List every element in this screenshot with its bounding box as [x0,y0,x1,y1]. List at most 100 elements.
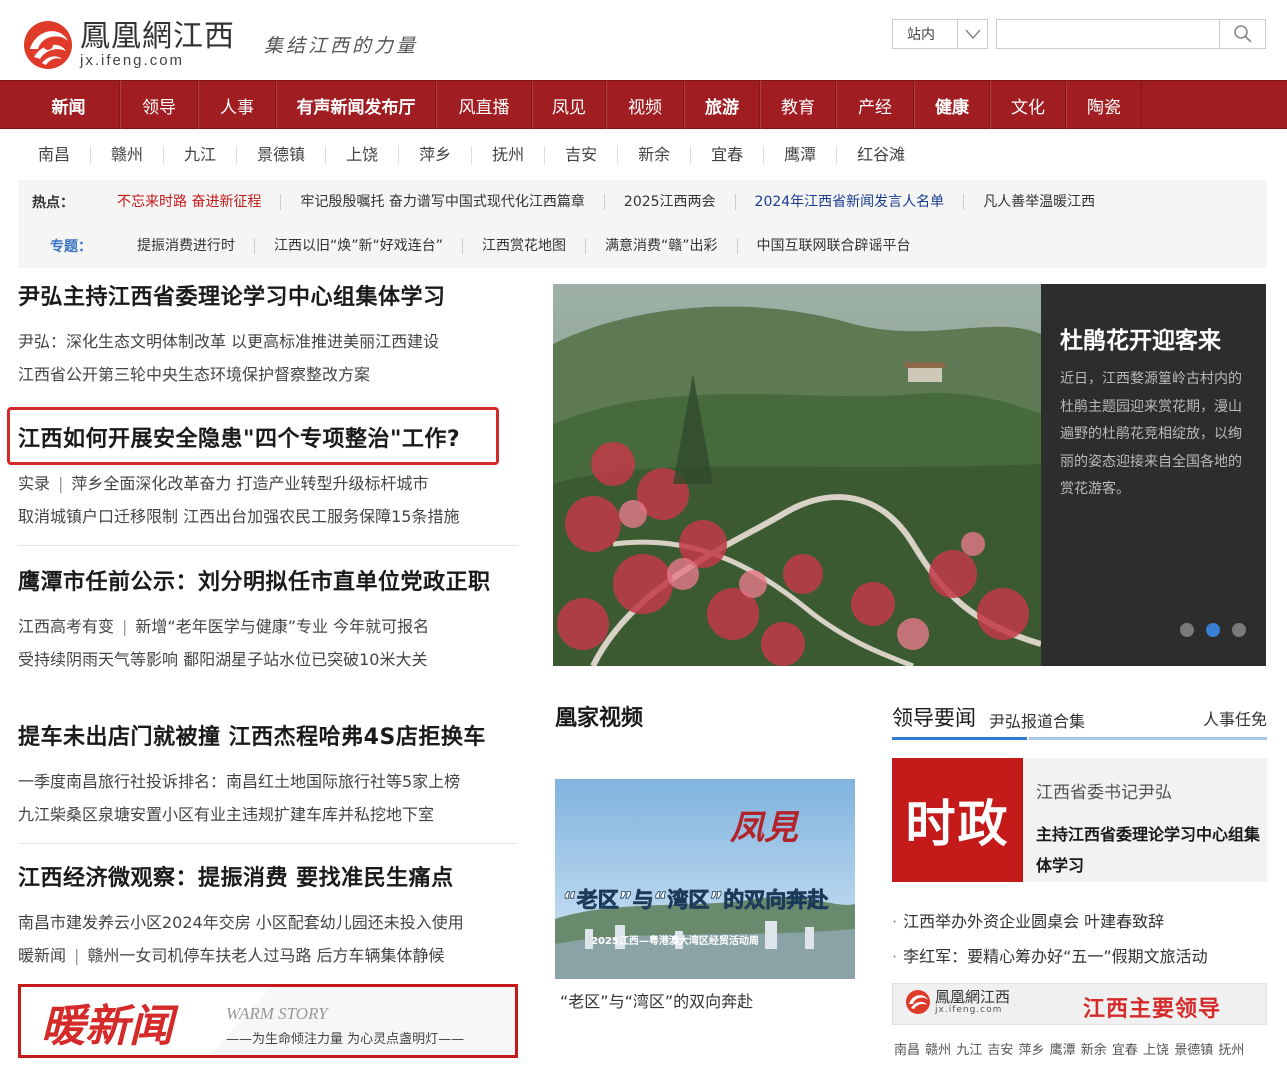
warm-story-graphic: 暖新闻 WARM STORY ——为生命倾注力量 为心灵点盏明灯—— [21,987,515,1055]
list-item[interactable]: · 江西举办外资企业圆桌会 叶建春致辞 [892,904,1272,939]
hot-link[interactable]: 牢记殷殷嘱托 奋力谱写中国式现代化江西篇章 [281,194,605,210]
nav-item-video[interactable]: 视频 [606,81,684,129]
slide-image[interactable] [553,284,1041,666]
photo-carousel[interactable]: 杜鹃花开迎客来 近日，江西婺源篁岭古村内的杜鹃主题园迎来赏花期，漫山遍野的杜鹃花… [553,284,1266,666]
sub-news-link[interactable]: 九江柴桑区泉塘安置小区有业主违规扩建车库并私挖地下室 [18,798,518,831]
headline-link[interactable]: 江西经济微观察：提振消费 要找准民生痛点 [18,866,454,891]
sub-news-line: 暖新闻 | 赣州一女司机停车扶老人过马路 后方车辆集体静候 [18,946,445,965]
nav-item-travel[interactable]: 旅游 [684,81,760,129]
sub-news-link[interactable]: 江西高考有变 [18,617,114,636]
tab-leader-news[interactable]: 领导要闻 [892,702,976,732]
banner-title: 江西主要领导 [1083,997,1222,1022]
video-brand-text: 凤見 [729,808,800,848]
city-link[interactable]: 鹰潭 [764,146,838,164]
city-link[interactable]: 抚州 [472,146,546,164]
warm-story-en: WARM STORY [226,1004,329,1023]
divider [18,843,518,844]
city-nav: 南昌 赣州 九江 景德镇 上饶 萍乡 抚州 吉安 新余 宜春 鹰潭 红谷滩 [18,140,925,170]
city-link[interactable]: 赣州 [91,146,165,164]
video-overlay-title: “老区”与“湾区”的双向奔赴 [563,888,829,912]
topic-link[interactable]: 江西赏花地图 [463,238,587,254]
nav-item-ceramics[interactable]: 陶瓷 [1066,81,1142,129]
nav-item-personnel[interactable]: 人事 [198,81,276,129]
main-nav: 新闻 领导 人事 有声新闻发布厅 风直播 凤见 视频 旅游 教育 产经 健康 文… [0,80,1287,129]
nav-item-industry[interactable]: 产经 [836,81,914,129]
hot-link[interactable]: 凡人善举温暖江西 [964,194,1114,210]
nav-item-live[interactable]: 风直播 [436,81,532,129]
warm-story-title: 暖新闻 [41,1001,179,1052]
logo-chinese: 鳳凰網江西 [80,19,235,54]
city-link[interactable]: 萍乡 [399,146,473,164]
warm-story-tagline: ——为生命倾注力量 为心灵点盏明灯—— [226,1031,464,1047]
phoenix-logo-icon [906,990,930,1014]
city-links-line[interactable]: 南昌 赣州 九江 吉安 萍乡 鹰潭 新余 宜春 上饶 景德镇 抚州 [894,1039,1244,1058]
search-scope-select[interactable]: 站内 [892,19,988,49]
sub-news-link[interactable]: 赣州一女司机停车扶老人过马路 后方车辆集体静候 [87,946,444,965]
slide-title[interactable]: 杜鹃花开迎客来 [1060,324,1248,358]
headline-link[interactable]: 江西如何开展安全隐患"四个专项整治"工作? [18,427,460,452]
sub-news-link[interactable]: 受持续阴雨天气等影响 鄱阳湖星子站水位已突破10米大关 [18,643,518,676]
topic-label: 专题： [50,239,92,255]
tab-personnel-appointments[interactable]: 人事任免 [1203,706,1267,730]
nav-item-culture[interactable]: 文化 [990,81,1066,129]
city-link[interactable]: 上饶 [326,146,400,164]
headline-link[interactable]: 鹰潭市任前公示：刘分明拟任市直单位党政正职 [18,570,491,595]
sub-news-link[interactable]: 实录 [18,474,50,493]
search-input[interactable] [997,20,1217,48]
main-leaders-banner[interactable]: 鳳凰網江西 jx.ifeng.com 江西主要领导 [892,983,1267,1025]
nav-item-education[interactable]: 教育 [760,81,836,129]
carousel-dot[interactable] [1232,623,1246,637]
topic-link[interactable]: 中国互联网联合辟谣平台 [738,238,930,254]
city-link[interactable]: 新余 [618,146,692,164]
tab-underline-active [892,737,1027,740]
city-link[interactable]: 红谷滩 [837,146,925,164]
logo-domain: jx.ifeng.com [80,52,185,69]
video-thumbnail[interactable]: 凤見 “老区”与“湾区”的双向奔赴 2025江西—粤港澳大湾区经贸活动周 [555,779,855,979]
city-link[interactable]: 景德镇 [237,146,327,164]
sub-news-link[interactable]: 新增“老年医学与健康”专业 今年就可报名 [135,617,429,636]
nav-item-news[interactable]: 新闻 [18,81,120,129]
leader-news-tabs: 领导要闻 尹弘报道合集 人事任免 [892,700,1267,740]
hot-link[interactable]: 2024年江西省新闻发言人名单 [736,194,965,210]
nav-item-health[interactable]: 健康 [914,81,990,129]
sub-news-link[interactable]: 尹弘：深化生态文明体制改革 以更高标准推进美丽江西建设 [18,325,518,358]
city-link[interactable]: 宜春 [691,146,765,164]
topic-link[interactable]: 提振消费进行时 [118,238,255,254]
headline-link[interactable]: 提车未出店门就被撞 江西杰程哈弗4S店拒换车 [18,725,486,750]
video-caption-link[interactable]: “老区”与“湾区”的双向奔赴 [560,988,753,1012]
sub-news-link[interactable]: 暖新闻 [18,946,66,965]
headline-link[interactable]: 尹弘主持江西省委理论学习中心组集体学习 [18,285,446,310]
search-button[interactable] [1219,20,1265,48]
topic-link[interactable]: 江西以旧“焕”新“好戏连台” [255,238,464,254]
carousel-dot-active[interactable] [1206,623,1220,637]
city-link[interactable]: 南昌 [18,146,92,164]
tab-underline [1029,737,1267,740]
sub-news-link[interactable]: 萍乡全面深化改革奋力 打造产业转型升级标杆城市 [71,474,428,493]
nav-item-audio-press[interactable]: 有声新闻发布厅 [276,81,436,129]
search-box [996,19,1266,49]
list-item[interactable]: · 李红军：要精心筹办好“五一”假期文旅活动 [892,939,1272,974]
sub-news-link[interactable]: 一季度南昌旅行社投诉排名：南昌红土地国际旅行社等5家上榜 [18,765,518,798]
sub-news-line: 实录 | 萍乡全面深化改革奋力 打造产业转型升级标杆城市 [18,474,429,493]
leader-card-line2: 主持江西省委理论学习中心组集体学习 [1036,825,1261,875]
nav-item-fengjian[interactable]: 凤见 [532,81,606,129]
sub-news-link[interactable]: 南昌市建发养云小区2024年交房 小区配套幼儿园还未投入使用 [18,906,518,939]
tab-yinhong-collection[interactable]: 尹弘报道合集 [989,708,1085,732]
nav-item-leaders[interactable]: 领导 [120,81,198,129]
site-header: 鳳凰網江西 jx.ifeng.com 集结江西的力量 站内 [0,0,1287,80]
news-block: 尹弘主持江西省委理论学习中心组集体学习 尹弘：深化生态文明体制改革 以更高标准推… [18,283,518,391]
chevron-down-icon[interactable] [957,20,987,48]
hot-row: 热点： 不忘来时路 奋进新征程 牢记殷殷嘱托 奋力谱写中国式现代化江西篇章 20… [18,180,1114,224]
hot-link[interactable]: 不忘来时路 奋进新征程 [98,194,282,210]
sub-news-link[interactable]: 江西省公开第三轮中央生态环境保护督察整改方案 [18,358,518,391]
hot-link[interactable]: 2025江西两会 [605,194,736,210]
video-section-title[interactable]: 凰家视频 [555,700,643,732]
warm-story-banner[interactable]: 暖新闻 WARM STORY ——为生命倾注力量 为心灵点盏明灯—— [18,984,518,1058]
city-link[interactable]: 吉安 [545,146,619,164]
city-link[interactable]: 九江 [164,146,238,164]
carousel-dot[interactable] [1180,623,1194,637]
leader-feature-card[interactable]: 时政 江西省委书记尹弘 主持江西省委理论学习中心组集体学习 [892,758,1267,882]
topic-link[interactable]: 满意消费“赣”出彩 [586,238,738,254]
sub-news-link[interactable]: 取消城镇户口迁移限制 江西出台加强农民工服务保障15条措施 [18,500,518,533]
search-scope-label: 站内 [907,27,935,43]
